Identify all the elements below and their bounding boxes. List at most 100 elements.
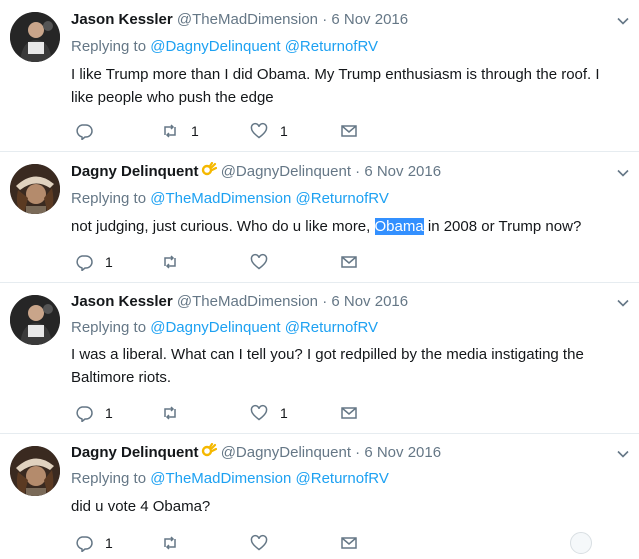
reply-count: 1 bbox=[105, 535, 113, 551]
envelope-icon bbox=[341, 125, 357, 137]
reply-icon bbox=[76, 406, 93, 422]
author-name[interactable]: Dagny Delinquent bbox=[71, 444, 199, 461]
mention-link[interactable]: @DagnyDelinquent bbox=[150, 38, 280, 55]
retweet-button[interactable] bbox=[161, 403, 191, 423]
avatar[interactable] bbox=[10, 295, 60, 345]
avatar[interactable] bbox=[10, 164, 60, 214]
like-count: 1 bbox=[280, 123, 288, 139]
selected-text: Obama bbox=[374, 218, 424, 235]
dm-button[interactable] bbox=[340, 403, 358, 423]
separator-dot: · bbox=[322, 293, 328, 310]
tweet-header: Dagny Delinquent @DagnyDelinquent · 6 No… bbox=[71, 443, 441, 463]
reply-button[interactable]: 1 bbox=[75, 403, 113, 423]
tweet-date[interactable]: 6 Nov 2016 bbox=[331, 293, 408, 310]
tweet[interactable]: Jason Kessler @TheMadDimension · 6 Nov 2… bbox=[0, 283, 639, 433]
mention-link[interactable]: @DagnyDelinquent bbox=[150, 319, 280, 336]
tweet-actions: 1 bbox=[71, 533, 371, 553]
avatar[interactable] bbox=[10, 12, 60, 62]
mention-link[interactable]: @TheMadDimension bbox=[150, 470, 291, 487]
mention-link[interactable]: @ReturnofRV bbox=[296, 470, 389, 487]
scroll-indicator[interactable] bbox=[570, 532, 592, 554]
replying-label: Replying to bbox=[71, 470, 147, 487]
retweet-button[interactable]: 1 bbox=[161, 121, 199, 141]
reply-button[interactable]: 1 bbox=[75, 252, 113, 272]
tweet[interactable]: Dagny Delinquent @DagnyDelinquent · 6 No… bbox=[0, 152, 639, 282]
separator-dot: · bbox=[355, 163, 361, 180]
retweet-icon bbox=[164, 406, 176, 420]
reply-button[interactable]: 1 bbox=[75, 533, 113, 553]
tweet-thread: Jason Kessler @TheMadDimension · 6 Nov 2… bbox=[0, 0, 639, 559]
tweet-text: I was a liberal. What can I tell you? I … bbox=[71, 343, 626, 389]
tweet-text-content: did u vote 4 Obama? bbox=[71, 498, 211, 515]
retweet-icon bbox=[164, 124, 176, 138]
mention-link[interactable]: @ReturnofRV bbox=[285, 319, 378, 336]
tweet-text-content-end: in 2008 or Trump now? bbox=[423, 218, 582, 235]
replying-label: Replying to bbox=[71, 38, 147, 55]
like-button[interactable] bbox=[250, 533, 280, 553]
tweet-text: did u vote 4 Obama? bbox=[71, 495, 626, 518]
tweet-actions: 1 1 bbox=[71, 121, 371, 141]
dm-button[interactable] bbox=[340, 533, 358, 553]
tweet-actions: 1 1 bbox=[71, 403, 371, 423]
like-button[interactable] bbox=[250, 252, 280, 272]
dm-button[interactable] bbox=[340, 121, 358, 141]
like-button[interactable]: 1 bbox=[250, 121, 288, 141]
author-name[interactable]: Jason Kessler bbox=[71, 293, 173, 310]
ok-hand-emoji bbox=[201, 443, 217, 457]
chevron-down-icon[interactable] bbox=[615, 13, 631, 29]
tweet-text-content: I like Trump more than I did Obama. My T… bbox=[71, 66, 600, 106]
retweet-button[interactable] bbox=[161, 533, 191, 553]
chevron-down-icon[interactable] bbox=[615, 165, 631, 181]
tweet-text: not judging, just curious. Who do u like… bbox=[71, 215, 626, 238]
like-count: 1 bbox=[280, 405, 288, 421]
tweet-header: Jason Kessler @TheMadDimension · 6 Nov 2… bbox=[71, 10, 408, 30]
author-handle[interactable]: @TheMadDimension bbox=[177, 293, 318, 310]
heart-icon bbox=[250, 122, 268, 139]
retweet-icon bbox=[164, 536, 176, 550]
reply-count: 1 bbox=[105, 254, 113, 270]
heart-icon bbox=[250, 253, 268, 270]
reply-icon bbox=[76, 536, 93, 552]
avatar[interactable] bbox=[10, 446, 60, 496]
mention-link[interactable]: @ReturnofRV bbox=[296, 190, 389, 207]
reply-count: 1 bbox=[105, 405, 113, 421]
tweet-text-content: I was a liberal. What can I tell you? I … bbox=[71, 346, 584, 386]
tweet-date[interactable]: 6 Nov 2016 bbox=[331, 11, 408, 28]
tweet-text-content: not judging, just curious. Who do u like… bbox=[71, 218, 375, 235]
tweet-header: Jason Kessler @TheMadDimension · 6 Nov 2… bbox=[71, 292, 408, 312]
replying-to: Replying to @DagnyDelinquent @ReturnofRV bbox=[71, 37, 378, 57]
reply-icon bbox=[76, 255, 93, 271]
replying-to: Replying to @TheMadDimension @ReturnofRV bbox=[71, 469, 389, 489]
separator-dot: · bbox=[355, 444, 361, 461]
chevron-down-icon[interactable] bbox=[615, 446, 631, 462]
ok-hand-emoji bbox=[201, 162, 217, 176]
tweet[interactable]: Jason Kessler @TheMadDimension · 6 Nov 2… bbox=[0, 0, 639, 152]
mention-link[interactable]: @TheMadDimension bbox=[150, 190, 291, 207]
retweet-icon bbox=[164, 255, 176, 269]
replying-label: Replying to bbox=[71, 319, 147, 336]
envelope-icon bbox=[341, 537, 357, 549]
envelope-icon bbox=[341, 256, 357, 268]
like-button[interactable]: 1 bbox=[250, 403, 288, 423]
heart-icon bbox=[250, 534, 268, 551]
dm-button[interactable] bbox=[340, 252, 358, 272]
separator-dot: · bbox=[322, 11, 328, 28]
tweet-text: I like Trump more than I did Obama. My T… bbox=[71, 63, 626, 109]
tweet-date[interactable]: 6 Nov 2016 bbox=[364, 163, 441, 180]
tweet-date[interactable]: 6 Nov 2016 bbox=[364, 444, 441, 461]
author-handle[interactable]: @DagnyDelinquent bbox=[221, 444, 351, 461]
mention-link[interactable]: @ReturnofRV bbox=[285, 38, 378, 55]
heart-icon bbox=[250, 404, 268, 421]
chevron-down-icon[interactable] bbox=[615, 295, 631, 311]
replying-to: Replying to @TheMadDimension @ReturnofRV bbox=[71, 189, 389, 209]
reply-button[interactable] bbox=[75, 121, 105, 141]
author-name[interactable]: Jason Kessler bbox=[71, 11, 173, 28]
tweet-actions: 1 bbox=[71, 252, 371, 272]
author-handle[interactable]: @DagnyDelinquent bbox=[221, 163, 351, 180]
tweet[interactable]: Dagny Delinquent @DagnyDelinquent · 6 No… bbox=[0, 434, 639, 559]
author-name[interactable]: Dagny Delinquent bbox=[71, 163, 199, 180]
envelope-icon bbox=[341, 407, 357, 419]
author-handle[interactable]: @TheMadDimension bbox=[177, 11, 318, 28]
reply-icon bbox=[76, 124, 93, 140]
retweet-button[interactable] bbox=[161, 252, 191, 272]
